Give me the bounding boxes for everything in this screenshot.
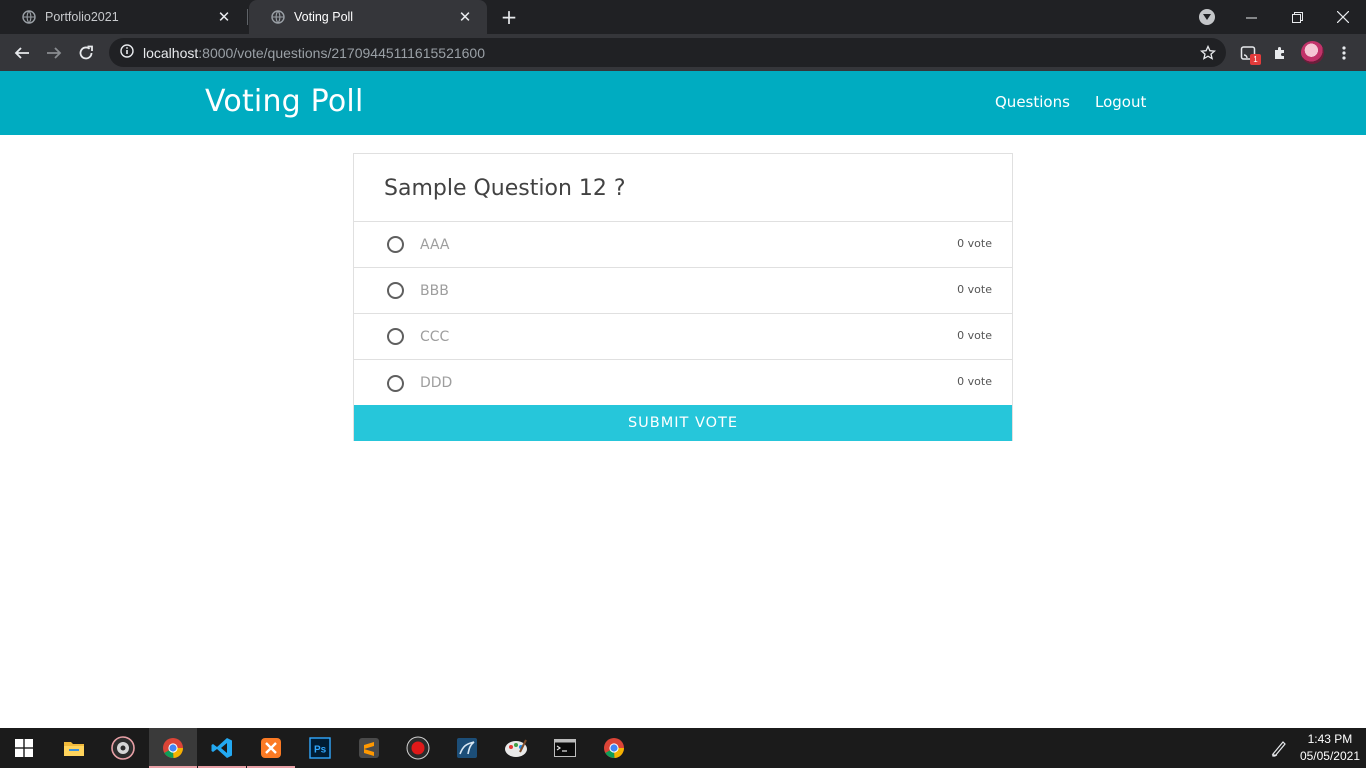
close-icon[interactable]: ✕ — [216, 9, 232, 26]
globe-icon — [22, 10, 36, 24]
site-info-icon[interactable] — [120, 43, 134, 62]
submit-vote-button[interactable]: SUBMIT VOTE — [354, 405, 1012, 441]
media-app-icon[interactable] — [99, 728, 147, 768]
option-label: CCC — [420, 328, 450, 345]
forward-arrow-icon[interactable] — [41, 40, 67, 66]
option-label: BBB — [420, 282, 449, 299]
more-menu-icon[interactable] — [1331, 40, 1357, 66]
screen-recorder-icon[interactable] — [394, 728, 442, 768]
question-title: Sample Question 12 ? — [354, 154, 1012, 222]
url-text: localhost:8000/vote/questions/2170944511… — [143, 45, 485, 61]
poll-card: Sample Question 12 ? AAA 0 vote BBB 0 vo… — [353, 153, 1013, 441]
browser-tab-voting-poll[interactable]: Voting Poll ✕ — [249, 0, 487, 34]
web-page: Voting Poll Questions Logout Sample Ques… — [0, 71, 1366, 728]
app-navbar: Voting Poll Questions Logout — [0, 71, 1366, 135]
terminal-icon[interactable] — [541, 728, 589, 768]
radio-button[interactable] — [387, 328, 404, 345]
chrome-icon[interactable] — [590, 728, 638, 768]
chrome-icon[interactable] — [149, 728, 197, 768]
poll-option[interactable]: AAA 0 vote — [354, 222, 1012, 268]
extension-badge: 1 — [1250, 54, 1261, 65]
file-explorer-icon[interactable] — [50, 728, 98, 768]
radio-button[interactable] — [387, 236, 404, 253]
bookmark-star-icon[interactable] — [1195, 40, 1221, 66]
option-vote-count: 0 vote — [957, 283, 992, 296]
profile-avatar[interactable] — [1301, 41, 1324, 64]
nav-questions-link[interactable]: Questions — [995, 93, 1070, 111]
poll-option[interactable]: DDD 0 vote — [354, 360, 1012, 406]
paint-icon[interactable] — [492, 728, 540, 768]
tab-title: Voting Poll — [294, 10, 354, 24]
window-close-icon[interactable] — [1320, 0, 1366, 34]
option-label: AAA — [420, 236, 450, 253]
sublime-text-icon[interactable] — [345, 728, 393, 768]
url-path: :8000/vote/questions/2170944511161552160… — [198, 44, 486, 61]
option-vote-count: 0 vote — [957, 329, 992, 342]
tab-divider — [247, 9, 248, 25]
start-icon[interactable] — [0, 728, 48, 768]
poll-option[interactable]: BBB 0 vote — [354, 268, 1012, 314]
xampp-icon[interactable] — [247, 728, 295, 768]
photoshop-icon[interactable]: Ps — [296, 728, 344, 768]
brand-logo[interactable]: Voting Poll — [205, 84, 363, 119]
option-vote-count: 0 vote — [957, 375, 992, 388]
address-bar[interactable]: localhost:8000/vote/questions/2170944511… — [109, 38, 1226, 67]
globe-icon — [271, 10, 285, 24]
poll-option[interactable]: CCC 0 vote — [354, 314, 1012, 360]
browser-tab-strip: Portfolio2021 ✕ Voting Poll ✕ + — [0, 0, 1366, 34]
minimize-icon[interactable] — [1228, 0, 1274, 34]
option-label: DDD — [420, 375, 453, 391]
tab-search-chevron-icon[interactable] — [1199, 9, 1215, 25]
back-arrow-icon[interactable] — [9, 40, 35, 66]
system-clock[interactable]: 1:43 PM 05/05/2021 — [1300, 731, 1360, 765]
radio-button[interactable] — [387, 374, 404, 392]
extensions-puzzle-icon[interactable] — [1267, 40, 1293, 66]
svg-text:Ps: Ps — [314, 745, 327, 756]
clock-time: 1:43 PM — [1307, 732, 1353, 746]
reload-icon[interactable] — [73, 40, 99, 66]
nav-logout-link[interactable]: Logout — [1095, 93, 1146, 111]
clock-date: 05/05/2021 — [1299, 749, 1360, 763]
option-vote-count: 0 vote — [957, 237, 992, 250]
windows-taskbar: Ps 1:43 PM 05/05/2021 — [0, 728, 1366, 768]
vscode-icon[interactable] — [198, 728, 246, 768]
radio-button[interactable] — [387, 282, 404, 299]
browser-tab-portfolio[interactable]: Portfolio2021 ✕ — [0, 0, 246, 34]
url-host: localhost — [143, 44, 199, 61]
restore-icon[interactable] — [1274, 0, 1320, 34]
new-tab-plus-icon[interactable]: + — [498, 5, 520, 29]
mysql-workbench-icon[interactable] — [443, 728, 491, 768]
pen-workspace-icon[interactable] — [1255, 728, 1303, 768]
close-icon[interactable]: ✕ — [457, 9, 473, 26]
browser-toolbar: localhost:8000/vote/questions/2170944511… — [0, 34, 1366, 71]
tab-title: Portfolio2021 — [45, 10, 119, 24]
